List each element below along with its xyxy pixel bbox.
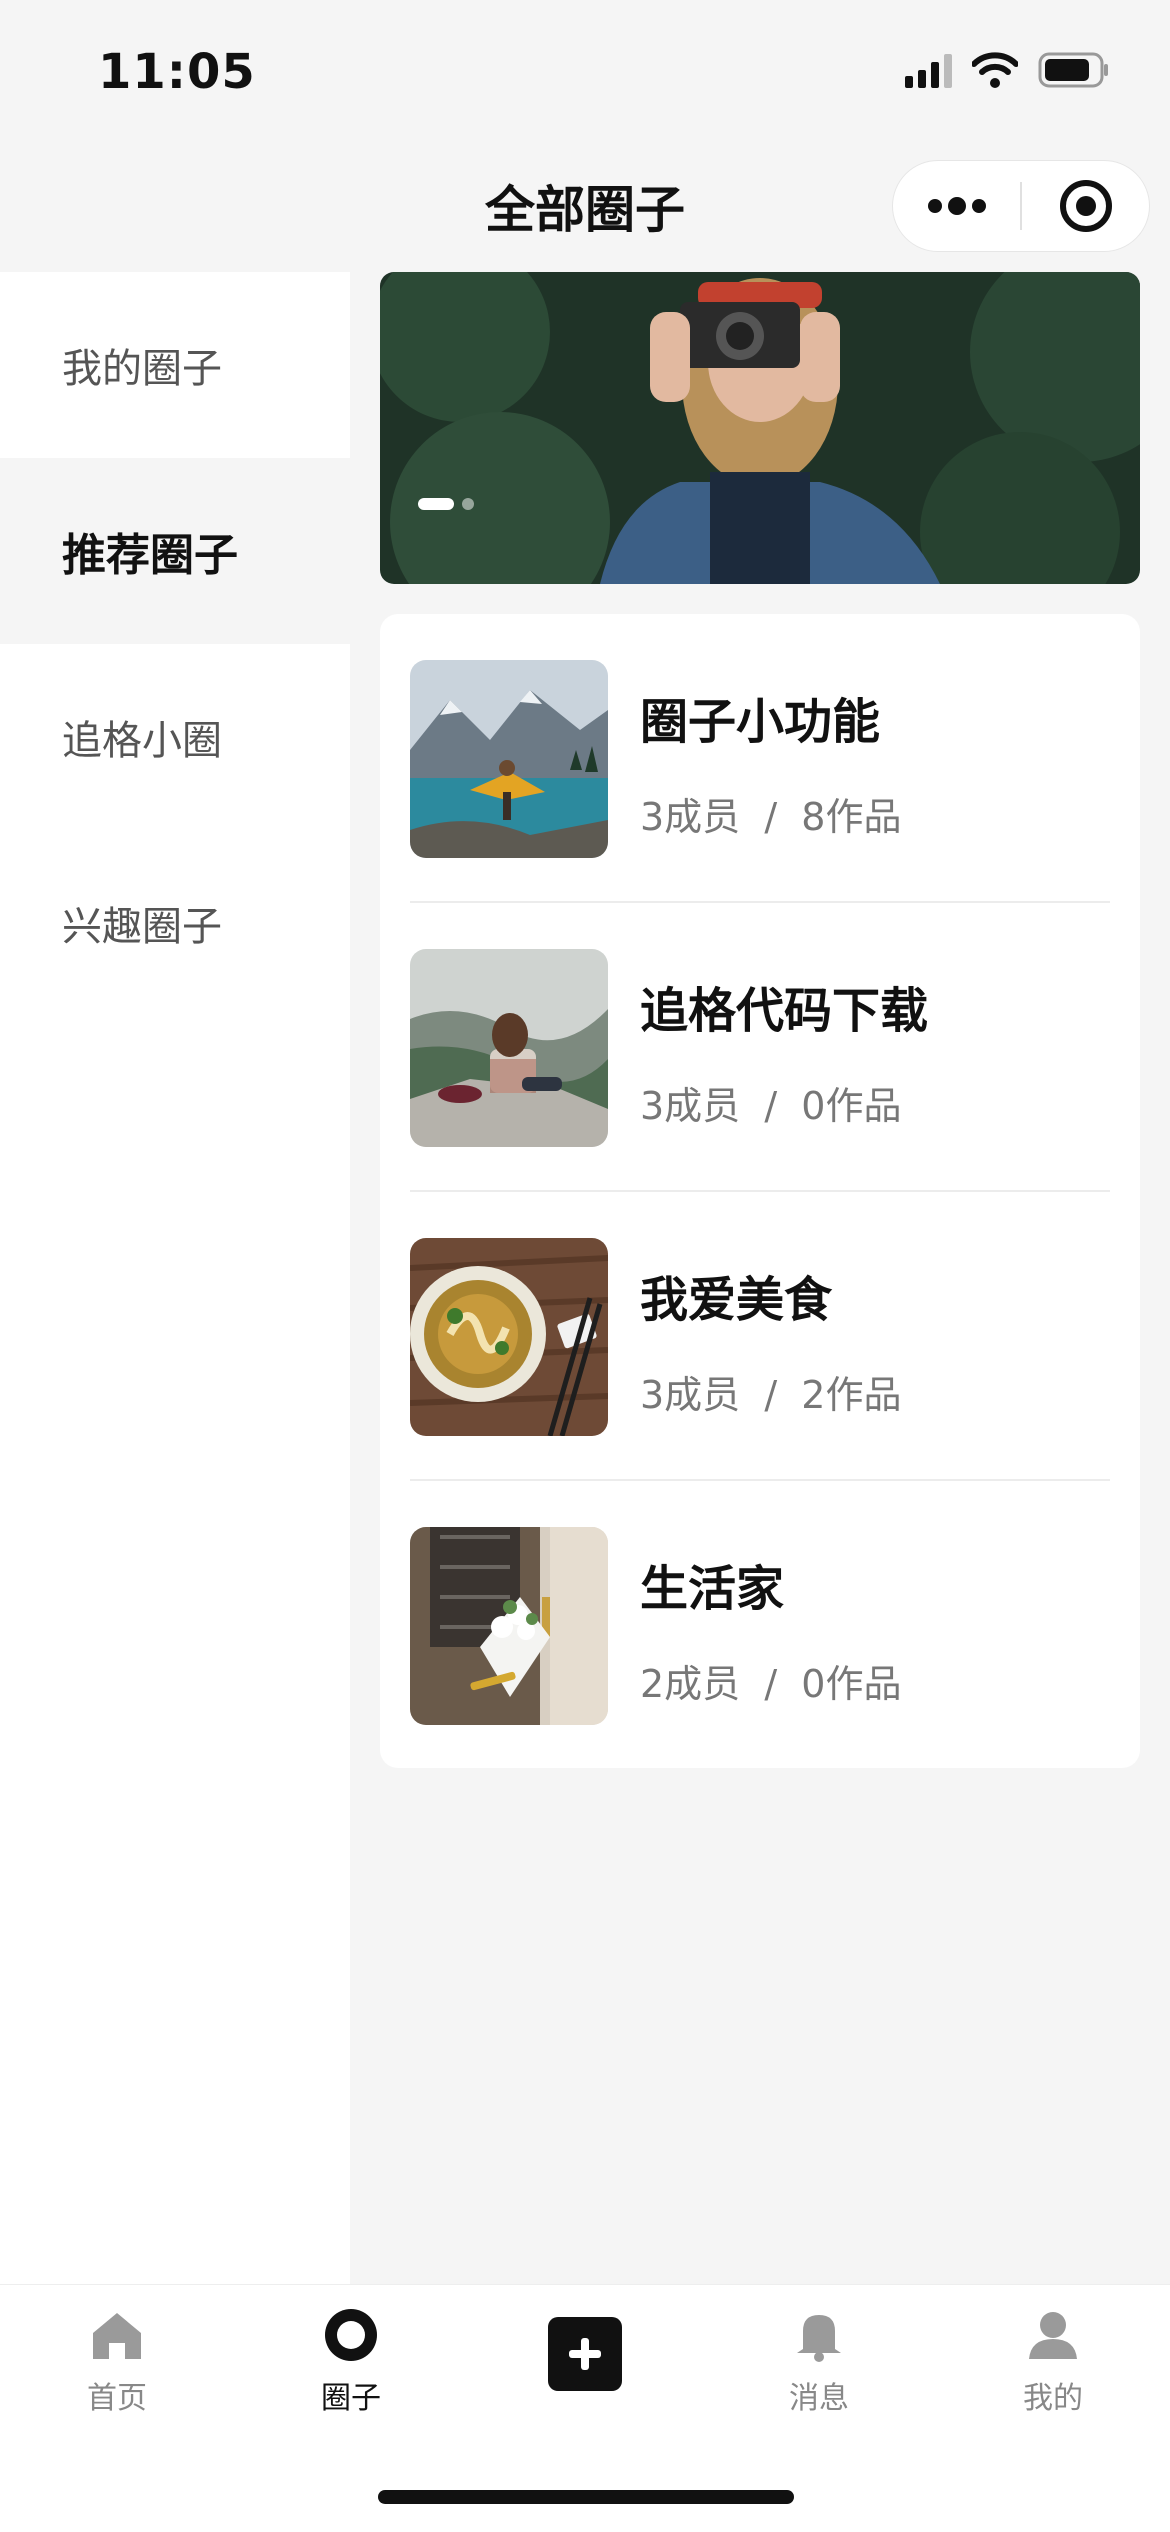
banner-carousel[interactable] [380,272,1140,584]
tab-home[interactable]: 首页 [0,2307,234,2447]
add-icon [548,2317,622,2391]
sidebar-item-interest[interactable]: 兴趣圈子 [0,830,350,1016]
sidebar-item-label: 兴趣圈子 [62,904,222,950]
home-icon [93,2313,141,2359]
signal-icon [905,52,952,88]
tab-circles[interactable]: 圈子 [234,2307,468,2447]
category-sidebar: 我的圈子 推荐圈子 追格小圈 兴趣圈子 [0,272,350,2284]
user-icon [1029,2312,1077,2359]
circle-stats: 3成员 / 0作品 [640,1084,902,1128]
sidebar-item-label: 推荐圈子 [62,530,238,581]
list-item[interactable]: 我爱美食 3成员 / 2作品 [410,1192,1110,1481]
battery-icon [1038,52,1110,88]
list-item[interactable]: 生活家 2成员 / 0作品 [410,1481,1110,1770]
carousel-dot-active [418,498,454,510]
list-item[interactable]: 追格代码下载 3成员 / 0作品 [410,903,1110,1192]
status-time: 11:05 [98,44,256,100]
target-close-icon [1059,180,1112,232]
sidebar-item-my-circles[interactable]: 我的圈子 [0,272,350,458]
carousel-indicator [418,498,474,510]
bell-icon [797,2315,841,2362]
banner-photo-icon [380,272,1140,584]
tab-messages[interactable]: 消息 [702,2307,936,2447]
cliff-photo-icon [410,949,608,1147]
tab-label: 圈子 [321,2381,381,2416]
sidebar-item-label: 追格小圈 [62,718,222,764]
tab-label: 消息 [789,2381,849,2416]
status-icons [905,52,1110,88]
lake-photo-icon [410,660,608,858]
mini-program-capsule [892,160,1150,252]
status-bar: 11:05 [0,0,1170,140]
circle-name: 圈子小功能 [640,694,881,750]
list-item[interactable]: 圈子小功能 3成员 / 8作品 [410,614,1110,903]
more-button[interactable] [893,161,1020,251]
header: 全部圈子 [0,140,1170,270]
home-indicator [378,2490,794,2504]
more-dots-icon [927,197,986,215]
sidebar-item-label: 我的圈子 [62,346,222,392]
circle-stats: 2成员 / 0作品 [640,1662,902,1706]
sidebar-item-zhuige-circle[interactable]: 追格小圈 [0,644,350,830]
close-button[interactable] [1022,161,1149,251]
wifi-icon [972,52,1018,88]
circle-stats: 3成员 / 8作品 [640,795,902,839]
circle-name: 我爱美食 [640,1272,833,1328]
tab-profile[interactable]: 我的 [936,2307,1170,2447]
circle-list: 圈子小功能 3成员 / 8作品 追格代码下载 3成员 / 0作品 我爱美食 3成… [380,614,1140,1768]
tab-add-post[interactable] [468,2307,702,2447]
tab-label: 我的 [1023,2381,1083,2416]
carousel-dot [462,498,474,510]
noodle-bowl-photo-icon [410,1238,608,1436]
sidebar-item-recommended[interactable]: 推荐圈子 [0,458,350,644]
circle-name: 追格代码下载 [640,983,929,1039]
circle-icon [325,2309,377,2361]
circle-name: 生活家 [640,1561,785,1617]
tab-label: 首页 [87,2381,147,2416]
circle-stats: 3成员 / 2作品 [640,1373,902,1417]
flowers-door-photo-icon [410,1527,608,1725]
